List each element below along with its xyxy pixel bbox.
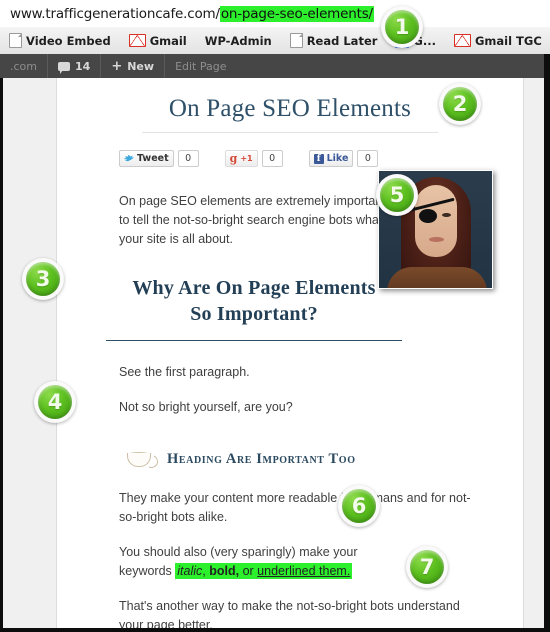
section-heading-line2: So Important? [190,303,318,325]
facebook-icon: f [313,153,324,164]
new-label: New [127,59,155,73]
bookmark-video-embed[interactable]: Video Embed [0,27,120,54]
window-right-edge [544,54,550,632]
window-bottom-edge [0,628,550,632]
article-page: On Page SEO Elements Tweet 0 g +1 0 f Li… [57,78,523,632]
bookmark-gmail[interactable]: Gmail [120,27,196,54]
page-title: On Page SEO Elements [168,95,412,122]
like-button[interactable]: f Like [308,150,354,167]
paragraph-not-bright: Not so bright yourself, are you? [119,400,293,414]
keyword-bold: bold, [209,564,240,578]
document-icon [9,33,22,48]
url-bar[interactable]: www.trafficgenerationcafe.com/on-page-se… [0,0,550,28]
browser-window: www.trafficgenerationcafe.com/on-page-se… [0,0,550,632]
paragraph-another-way: That's another way to make the not-so-br… [119,599,460,632]
bookmark-read-later[interactable]: Read Later [281,27,387,54]
keyword-underlined: underlined them. [257,564,351,578]
wp-admin-bar[interactable]: .com 14 + New Edit Page [0,54,550,78]
bookmark-label: WP-Admin [204,33,272,48]
gplus-count: 0 [261,150,283,167]
comment-bubble-icon [58,61,70,74]
admin-bar-new[interactable]: + New [101,54,166,78]
edit-page-label: Edit Page [175,59,227,73]
badge-number: 1 [385,10,419,44]
badge-number: 6 [342,489,376,523]
admin-bar-site[interactable]: .com [0,54,48,78]
bookmarks-bar[interactable]: Video Embed Gmail WP-Admin Read Later 8 … [0,27,550,55]
bookmark-label: Video Embed [26,33,111,48]
tweet-label: Tweet [137,153,169,164]
subsection-heading: Heading Are Important Too [87,439,493,470]
annotation-badge-2: 2 [439,83,481,125]
like-button-group[interactable]: f Like 0 [308,150,379,167]
keyword-italic: italic [177,564,203,578]
comments-count: 14 [75,59,91,73]
tweet-count: 0 [177,150,199,167]
annotation-badge-3: 3 [22,258,64,300]
admin-bar-comments[interactable]: 14 [48,54,102,78]
paragraph-keywords: You should also (very sparingly) make yo… [119,543,369,581]
eye [442,213,451,217]
admin-bar-site-label: .com [10,59,37,73]
keyword-sep2: or [239,564,258,578]
section-heading: Why Are On Page Elements So Important? [103,249,405,327]
document-icon [289,33,303,48]
social-share-bar: Tweet 0 g +1 0 f Like 0 [87,133,493,167]
paragraph-see-first: See the first paragraph. [119,365,250,379]
badge-number: 5 [380,178,414,212]
gplus-button-group[interactable]: g +1 0 [224,150,283,167]
badge-number: 2 [443,87,477,121]
paragraph-readable: They make your content more readable for… [119,491,471,524]
annotation-badge-5: 5 [376,174,418,216]
annotation-badge-1: 1 [381,6,423,48]
gmail-icon [128,34,146,47]
page-viewport: On Page SEO Elements Tweet 0 g +1 0 f Li… [0,78,550,632]
like-label: Like [326,153,349,164]
annotation-badge-4: 4 [34,381,76,423]
url-text[interactable]: www.trafficgenerationcafe.com/on-page-se… [0,5,374,22]
coffee-cup-icon [127,449,160,470]
google-plus-icon: g [229,152,238,165]
plus-icon: + [111,58,123,74]
annotation-badge-7: 7 [406,546,448,588]
badge-number: 3 [26,262,60,296]
tweet-button[interactable]: Tweet [119,150,174,167]
gplus-button[interactable]: g +1 [224,150,258,167]
lips [429,237,444,242]
annotation-badge-6: 6 [338,485,380,527]
admin-bar-edit-page[interactable]: Edit Page [165,54,236,78]
window-left-edge [0,78,3,632]
page-right-edge [523,78,524,632]
bookmark-label: Gmail TGC [474,33,542,48]
badge-number: 7 [410,550,444,584]
section-heading-line1: Why Are On Page Elements [132,277,376,299]
subsection-heading-label: Heading Are Important Too [167,450,356,467]
bookmark-wp-admin[interactable]: WP-Admin [196,27,281,54]
bookmark-label: Read Later [306,33,378,48]
eye-patch [419,209,437,223]
gplus-label: +1 [240,154,253,163]
shoulders [387,267,487,288]
tweet-button-group[interactable]: Tweet 0 [119,150,199,167]
keywords-highlight: italic, bold, or underlined them. [175,563,353,579]
gmail-icon [453,34,471,47]
twitter-bird-icon [124,154,134,162]
badge-number: 4 [38,385,72,419]
url-slug-highlighted: on-page-seo-elements/ [219,5,374,22]
like-count: 0 [357,150,379,167]
bookmark-label: Gmail [149,33,187,48]
article-body: See the first paragraph. Not so bright y… [87,341,479,417]
url-domain: www.trafficgenerationcafe.com/ [10,5,220,22]
bookmark-gmail-tgc[interactable]: Gmail TGC [445,27,550,54]
intro-paragraph: On page SEO elements are extremely impor… [119,194,386,246]
